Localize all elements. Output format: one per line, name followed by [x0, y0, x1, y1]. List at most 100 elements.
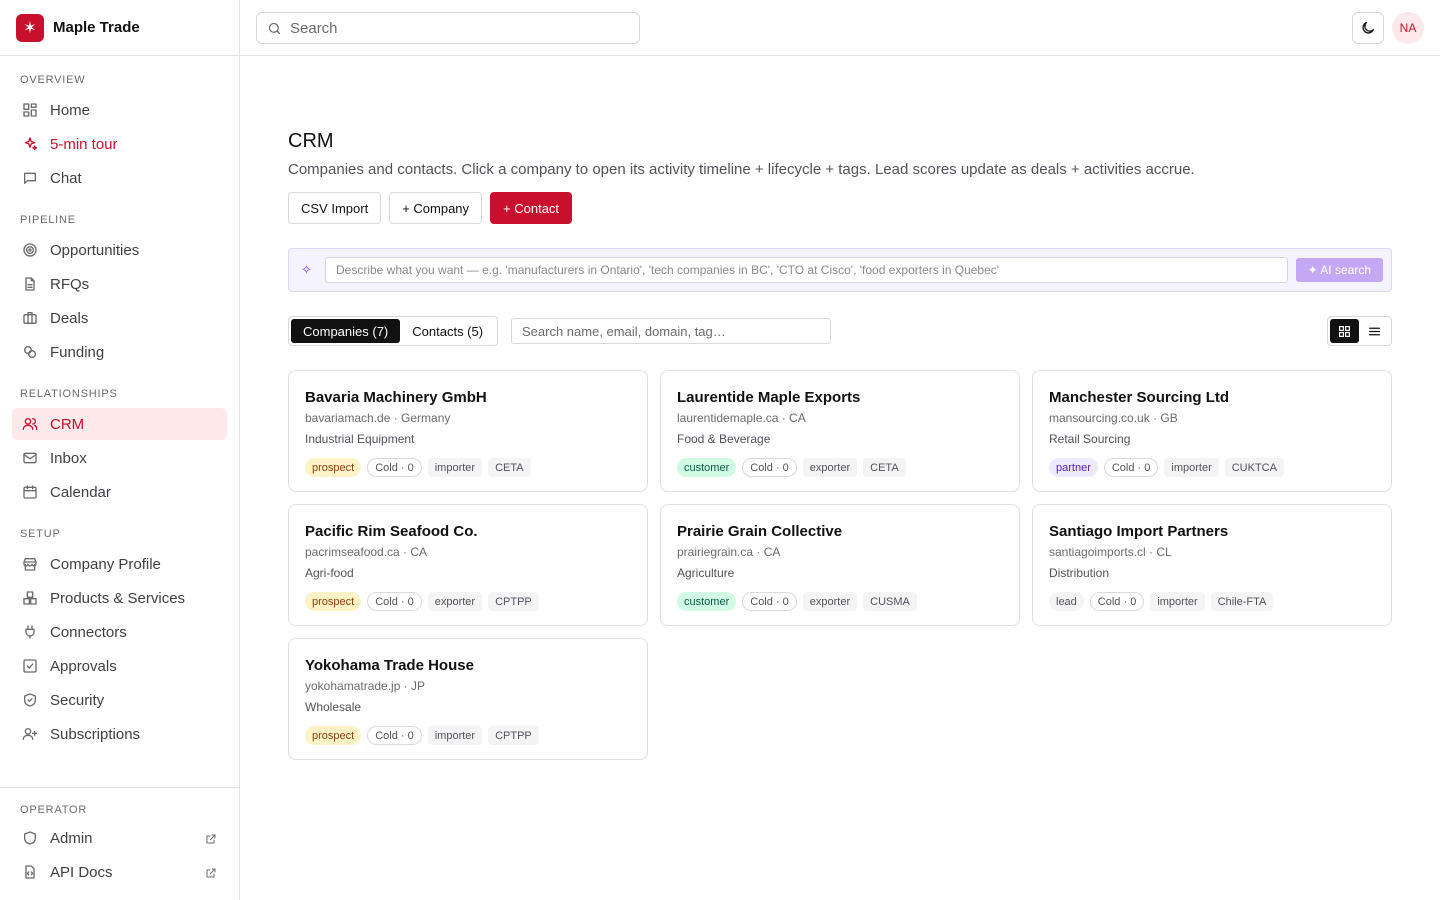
- page-subtitle: Companies and contacts. Click a company …: [288, 161, 1195, 178]
- brand-logo: ✶: [16, 13, 44, 42]
- nav-heading: OVERVIEW: [20, 74, 86, 86]
- sidebar-item-label: Products & Services: [50, 589, 186, 607]
- search-input[interactable]: [290, 19, 620, 37]
- nav-section-overview: OVERVIEW Home 5-min tour Chat: [0, 70, 239, 194]
- role-tag: exporter: [802, 458, 858, 477]
- sidebar-item-connectors[interactable]: Connectors: [12, 616, 227, 648]
- role-tag: importer: [427, 458, 483, 477]
- list-view-button[interactable]: [1361, 319, 1390, 343]
- company-card[interactable]: Santiago Import Partners santiagoimports.…: [1032, 504, 1392, 626]
- company-industry: Food & Beverage: [677, 432, 771, 446]
- nav-heading: SETUP: [20, 528, 61, 540]
- csv-import-button[interactable]: CSV Import: [288, 192, 382, 224]
- company-name: Yokohama Trade House: [305, 657, 474, 674]
- company-card[interactable]: Bavaria Machinery GmbH bavariamach.de · G…: [288, 370, 648, 492]
- global-search[interactable]: [256, 12, 640, 44]
- sidebar-item-products-services[interactable]: Products & Services: [12, 582, 227, 614]
- company-card[interactable]: Laurentide Maple Exports laurentidemaple.…: [660, 370, 1020, 492]
- company-tags: lead Cold · 0 importer Chile-FTA: [1049, 592, 1375, 611]
- crm-tabs: Companies (7) Contacts (5): [288, 316, 499, 346]
- users-icon: [22, 416, 38, 432]
- company-card[interactable]: Manchester Sourcing Ltd mansourcing.co.uk…: [1032, 370, 1392, 492]
- sidebar-item-label: Chat: [50, 169, 82, 187]
- code-file-icon: [22, 864, 38, 880]
- list-icon: [1368, 325, 1381, 338]
- tab-companies[interactable]: Companies (7): [291, 319, 401, 343]
- company-tags: customer Cold · 0 exporter CUSMA: [677, 592, 1003, 611]
- company-meta: bavariamach.de · Germany: [305, 411, 451, 425]
- company-card[interactable]: Prairie Grain Collective prairiegrain.ca …: [660, 504, 1020, 626]
- sidebar-item-label: Approvals: [50, 657, 117, 675]
- boxes-icon: [22, 590, 38, 606]
- sidebar-item-label: Security: [50, 691, 105, 709]
- sidebar-item-company-profile[interactable]: Company Profile: [12, 548, 227, 580]
- avatar[interactable]: NA: [1392, 12, 1424, 44]
- company-card[interactable]: Pacific Rim Seafood Co. pacrimseafood.ca …: [288, 504, 648, 626]
- grid-view-button[interactable]: [1330, 319, 1359, 343]
- page-title: CRM: [288, 130, 334, 152]
- sidebar-item-funding[interactable]: Funding: [12, 336, 227, 368]
- tab-contacts[interactable]: Contacts (5): [400, 319, 495, 343]
- sidebar-operator: OPERATOR Admin API Docs: [0, 787, 239, 900]
- company-name: Prairie Grain Collective: [677, 523, 843, 540]
- action-bar: CSV Import + Company + Contact: [288, 192, 573, 224]
- brand[interactable]: ✶ Maple Trade: [0, 0, 239, 56]
- ai-search-button[interactable]: ✦ AI search: [1295, 258, 1383, 282]
- role-tag: exporter: [802, 592, 858, 611]
- sidebar-item-home[interactable]: Home: [12, 94, 227, 126]
- sidebar-item-calendar[interactable]: Calendar: [12, 476, 227, 508]
- sidebar-item-api-docs[interactable]: API Docs: [12, 856, 227, 888]
- sidebar-item-rfqs[interactable]: RFQs: [12, 268, 227, 300]
- nav-section-pipeline: PIPELINE Opportunities RFQs Deals Funding: [0, 210, 239, 368]
- coins-icon: [22, 344, 38, 360]
- external-link-icon: [205, 832, 217, 844]
- lead-score-badge: Cold · 0: [1089, 592, 1145, 611]
- home-icon: [22, 102, 38, 118]
- sidebar-item-security[interactable]: Security: [12, 684, 227, 716]
- sidebar-item-opportunities[interactable]: Opportunities: [12, 234, 227, 266]
- company-tags: partner Cold · 0 importer CUKTCA: [1049, 458, 1375, 477]
- company-industry: Wholesale: [305, 700, 362, 714]
- role-tag: exporter: [427, 592, 483, 611]
- lead-score-badge: Cold · 0: [1103, 458, 1159, 477]
- theme-toggle-button[interactable]: [1352, 12, 1384, 44]
- role-tag: importer: [1150, 592, 1205, 611]
- trade-agreement-tag: CPTPP: [488, 726, 539, 745]
- add-contact-button[interactable]: + Contact: [490, 192, 573, 224]
- lifecycle-badge: lead: [1049, 592, 1084, 611]
- company-tags: prospect Cold · 0 importer CETA: [305, 458, 631, 477]
- shield-check-icon: [22, 692, 38, 708]
- chat-icon: [22, 170, 38, 186]
- sidebar-item-label: Opportunities: [50, 241, 140, 259]
- sidebar-item-crm[interactable]: CRM: [12, 408, 227, 440]
- shield-icon: [22, 830, 38, 846]
- lead-score-badge: Cold · 0: [367, 592, 422, 611]
- sidebar-item-label: Home: [50, 101, 91, 119]
- sidebar-nav: OVERVIEW Home 5-min tour Chat PIPELINE Opport…: [0, 56, 239, 750]
- calendar-icon: [22, 484, 38, 500]
- store-icon: [22, 556, 38, 572]
- crm-filter-input[interactable]: [511, 318, 831, 344]
- role-tag: importer: [427, 726, 483, 745]
- lead-score-badge: Cold · 0: [367, 458, 422, 477]
- sidebar-item-label: CRM: [50, 415, 85, 433]
- trade-agreement-tag: CPTPP: [488, 592, 539, 611]
- trade-agreement-tag: CUSMA: [863, 592, 917, 611]
- nav-section-relationships: RELATIONSHIPS CRM Inbox Calendar: [0, 384, 239, 508]
- company-tags: prospect Cold · 0 importer CPTPP: [305, 726, 631, 745]
- company-card[interactable]: Yokohama Trade House yokohamatrade.jp · J…: [288, 638, 648, 760]
- add-company-button[interactable]: + Company: [389, 192, 483, 224]
- sidebar-item-approvals[interactable]: Approvals: [12, 650, 227, 682]
- search-icon: [267, 21, 290, 36]
- lead-score-badge: Cold · 0: [367, 726, 422, 745]
- lifecycle-badge: prospect: [305, 592, 362, 611]
- sidebar-item-admin[interactable]: Admin: [12, 822, 227, 854]
- sidebar-item-subscriptions[interactable]: Subscriptions: [12, 718, 227, 750]
- sidebar-item-deals[interactable]: Deals: [12, 302, 227, 334]
- sidebar-item-chat[interactable]: Chat: [12, 162, 227, 194]
- ai-search-input[interactable]: [325, 257, 1288, 283]
- company-meta: prairiegrain.ca · CA: [677, 545, 781, 559]
- briefcase-icon: [22, 310, 38, 326]
- sidebar-item-5-min-tour[interactable]: 5-min tour: [12, 128, 227, 160]
- sidebar-item-inbox[interactable]: Inbox: [12, 442, 227, 474]
